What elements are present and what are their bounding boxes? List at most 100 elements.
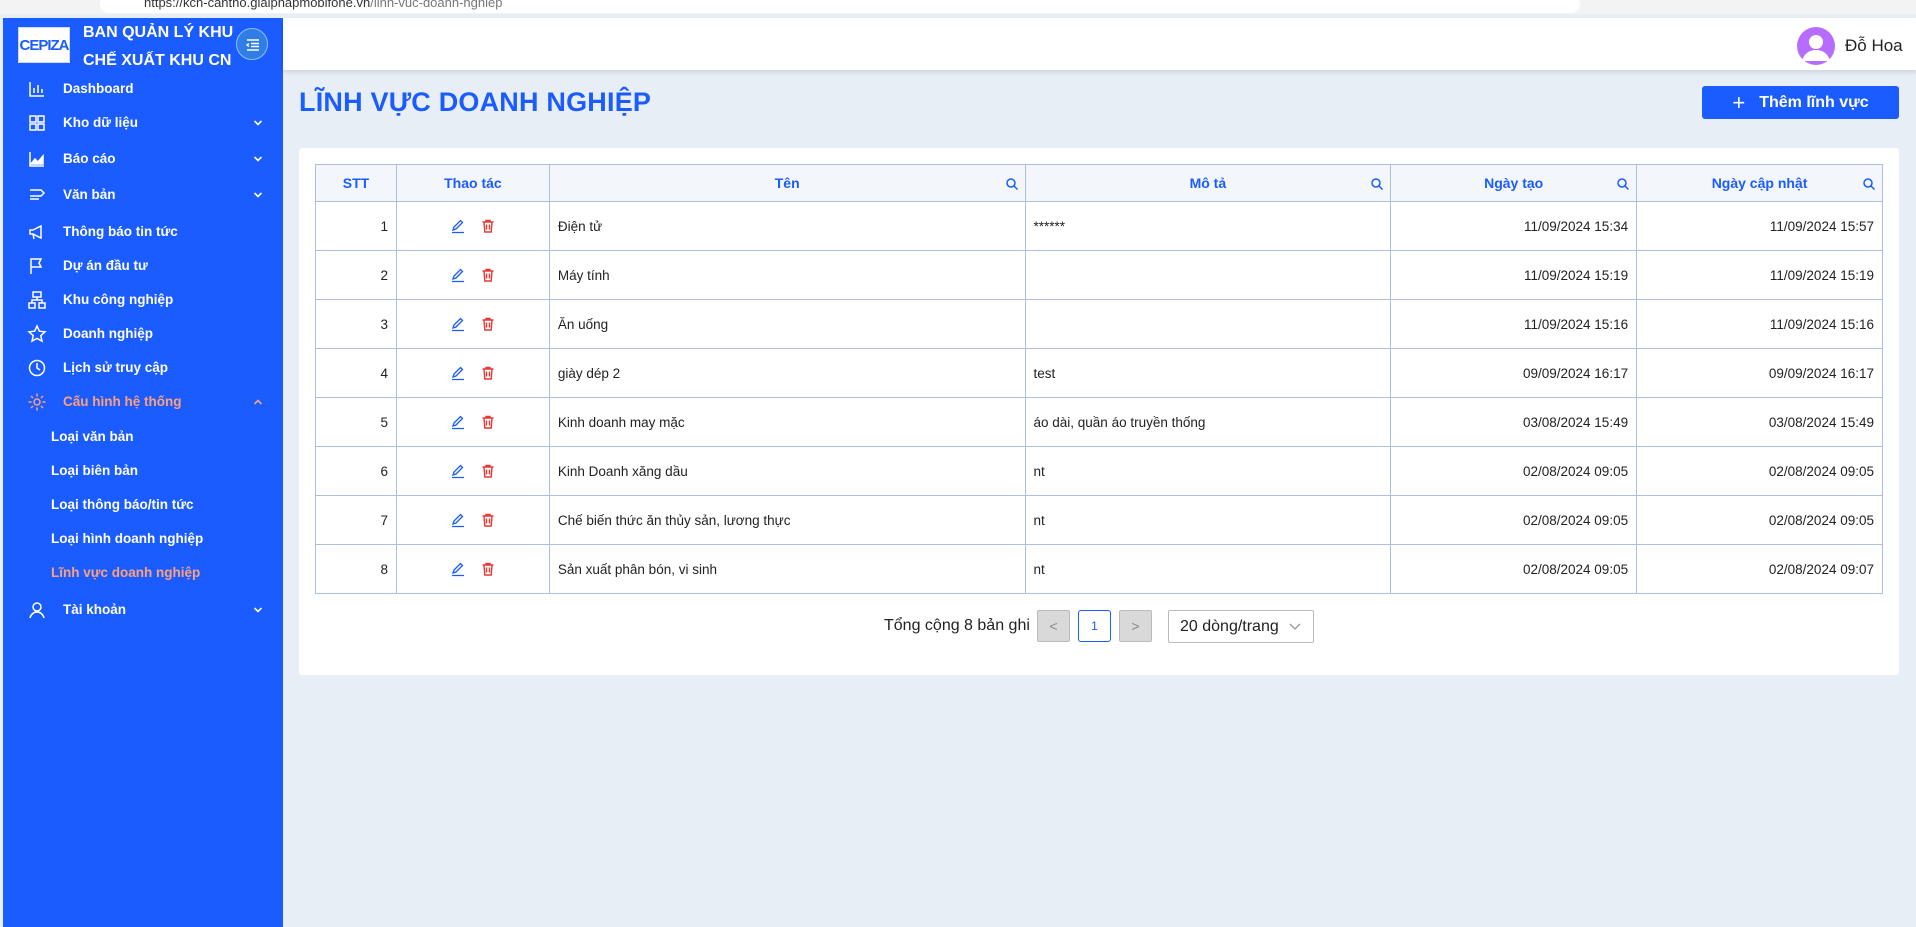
chevron-up-icon (253, 399, 263, 405)
address-bar[interactable]: https://kcn-cantho.giaiphapmobifone.vn/l… (100, 0, 1580, 13)
sidebar-item-thong-bao-tin-tuc[interactable]: Thông báo tin tức (3, 214, 283, 248)
cell-name: Chế biến thức ăn thủy sản, lương thực (548, 495, 1026, 545)
cell-updated: 11/09/2024 15:57 (1636, 201, 1883, 251)
sidebar-item-kho-du-lieu[interactable]: Kho dữ liệu (3, 105, 283, 139)
col-header-label: STT (342, 175, 370, 191)
delete-icon[interactable] (480, 316, 496, 332)
user-icon (27, 600, 47, 620)
cluster-icon (27, 290, 47, 310)
sidebar-item-label: Kho dữ liệu (63, 114, 139, 130)
sidebar-item-cau-hinh-he-thong[interactable]: Cấu hình hệ thống (3, 384, 283, 418)
delete-icon[interactable] (480, 267, 496, 283)
page-size-value: 20 dòng/trang (1180, 618, 1279, 635)
prev-page-button[interactable]: < (1037, 610, 1070, 642)
edit-icon[interactable] (450, 267, 466, 283)
cell-actions (395, 397, 550, 447)
gear-icon (27, 392, 47, 412)
search-icon[interactable] (1616, 177, 1630, 191)
sidebar-item-bao-cao[interactable]: Báo cáo (3, 141, 283, 175)
sidebar-item-doanh-nghiep[interactable]: Doanh nghiệp (3, 316, 283, 350)
sidebar-subitem-linh-vuc-doanh-nghiep[interactable]: Lĩnh vực doanh nghiệp (3, 556, 283, 590)
sidebar-item-tai-khoan[interactable]: Tài khoản (3, 592, 283, 626)
delete-icon[interactable] (480, 512, 496, 528)
cell-updated: 09/09/2024 16:17 (1636, 348, 1883, 398)
cell-updated: 03/08/2024 15:49 (1636, 397, 1883, 447)
chevron-down-icon (253, 156, 263, 162)
table-row[interactable]: 7 Chế biến thức ăn thủy sản, lương thực … (315, 495, 1883, 545)
sidebar-item-label: Dự án đầu tư (63, 257, 148, 273)
add-field-button[interactable]: + Thêm lĩnh vực (1702, 86, 1899, 119)
delete-icon[interactable] (480, 463, 496, 479)
cell-name: Kinh doanh may mặc (548, 397, 1026, 447)
edit-icon[interactable] (450, 512, 466, 528)
search-icon[interactable] (1370, 177, 1384, 191)
add-field-label: Thêm lĩnh vực (1759, 93, 1869, 111)
edit-icon[interactable] (450, 561, 466, 577)
cell-name: Kinh Doanh xăng dầu (548, 446, 1026, 496)
sidebar-subitem-label: Lĩnh vực doanh nghiệp (51, 565, 201, 580)
cell-stt: 4 (315, 348, 397, 398)
cell-stt: 1 (315, 201, 397, 251)
col-header-updated: Ngày cập nhật (1636, 164, 1883, 202)
cell-created: 11/09/2024 15:34 (1390, 201, 1638, 251)
cell-description: áo dài, quần áo truyền thống (1024, 397, 1392, 447)
edit-icon[interactable] (450, 463, 466, 479)
page-button-current[interactable]: 1 (1078, 610, 1111, 642)
cell-stt: 3 (315, 299, 397, 349)
username[interactable]: Đỗ Hoa (1845, 36, 1903, 56)
logo[interactable]: CEPIZA (18, 27, 70, 63)
area-chart-icon (27, 149, 47, 169)
table-row[interactable]: 5 Kinh doanh may mặc áo dài, quần áo tru… (315, 397, 1883, 447)
sidebar-subitem-loai-bien-ban[interactable]: Loại biên bản (3, 454, 283, 488)
delete-icon[interactable] (480, 365, 496, 381)
chevron-down-icon (253, 120, 263, 126)
sidebar-subitem-loai-thong-bao-tin-tuc[interactable]: Loại thông báo/tin tức (3, 488, 283, 522)
delete-icon[interactable] (480, 561, 496, 577)
edit-icon[interactable] (450, 414, 466, 430)
cell-created: 02/08/2024 09:05 (1390, 495, 1638, 545)
cell-stt: 6 (315, 446, 397, 496)
plus-icon: + (1732, 89, 1746, 115)
edit-icon[interactable] (450, 316, 466, 332)
sidebar-item-khu-cong-nghiep[interactable]: Khu công nghiệp (3, 282, 283, 316)
cell-actions (395, 446, 550, 496)
sidebar-subitem-label: Loại hình doanh nghiệp (51, 531, 204, 546)
delete-icon[interactable] (480, 218, 496, 234)
sidebar-item-lich-su-truy-cap[interactable]: Lịch sử truy cập (3, 350, 283, 384)
search-icon[interactable] (1862, 177, 1876, 191)
table-row[interactable]: 6 Kinh Doanh xăng dầu nt 02/08/2024 09:0… (315, 446, 1883, 496)
table-row[interactable]: 3 Ăn uống 11/09/2024 15:16 11/09/2024 15… (315, 299, 1883, 349)
sidebar: CEPIZA BAN QUẢN LÝ KHU CHẾ XUẤT KHU CN D… (3, 18, 283, 927)
table-row[interactable]: 4 giày dép 2 test 09/09/2024 16:17 09/09… (315, 348, 1883, 398)
content-card: STT Thao tác Tên Mô tả Ngày tạo Ngày cập… (299, 148, 1899, 675)
sidebar-item-label: Tài khoản (63, 601, 127, 617)
page-size-select[interactable]: 20 dòng/trang (1168, 610, 1314, 643)
sidebar-subitem-label: Loại văn bản (51, 429, 134, 444)
sidebar-subitem-loai-hinh-doanh-nghiep[interactable]: Loại hình doanh nghiệp (3, 522, 283, 556)
table-row[interactable]: 1 Điện tử ****** 11/09/2024 15:34 11/09/… (315, 201, 1883, 251)
cell-description (1024, 299, 1392, 349)
avatar[interactable] (1797, 27, 1835, 65)
search-icon[interactable] (1005, 177, 1019, 191)
table-row[interactable]: 8 Sản xuất phân bón, vi sinh nt 02/08/20… (315, 544, 1883, 594)
grid-icon (27, 113, 47, 133)
cell-updated: 02/08/2024 09:07 (1636, 544, 1883, 594)
table-row[interactable]: 2 Máy tính 11/09/2024 15:19 11/09/2024 1… (315, 250, 1883, 300)
edit-icon[interactable] (450, 365, 466, 381)
sidebar-item-dashboard[interactable]: Dashboard (3, 71, 283, 105)
next-page-button[interactable]: > (1119, 610, 1152, 642)
edit-icon[interactable] (450, 218, 466, 234)
col-header-label: Mô tả (1189, 175, 1227, 191)
menu-toggle-button[interactable] (236, 28, 268, 60)
sidebar-item-du-an-dau-tu[interactable]: Dự án đầu tư (3, 248, 283, 282)
bar-chart-icon (27, 79, 47, 99)
sidebar-item-van-ban[interactable]: Văn bản (3, 177, 283, 211)
megaphone-icon (27, 222, 47, 242)
sidebar-subitem-loai-van-ban[interactable]: Loại văn bản (3, 420, 283, 454)
pagination-total: Tổng cộng 8 bản ghi (884, 617, 1030, 634)
delete-icon[interactable] (480, 414, 496, 430)
cell-name: giày dép 2 (548, 348, 1026, 398)
menu-fold-icon (245, 39, 259, 51)
document-arrow-icon (27, 185, 47, 205)
chevron-down-icon (1289, 623, 1301, 630)
